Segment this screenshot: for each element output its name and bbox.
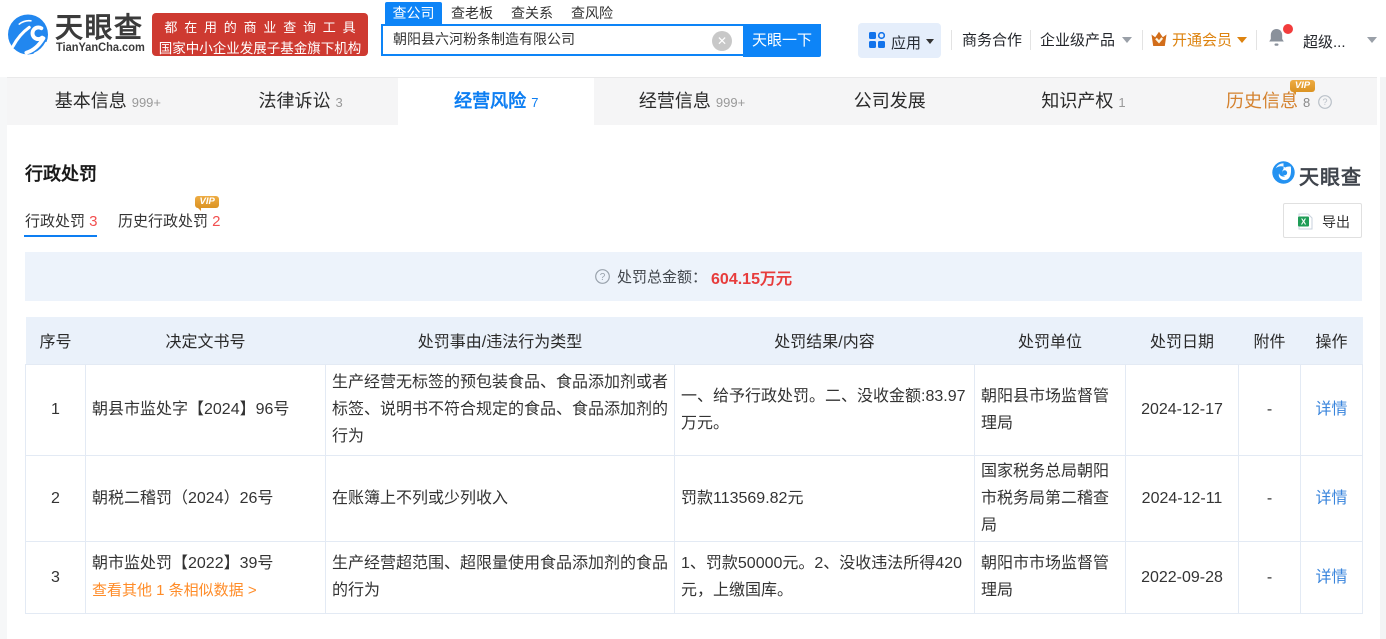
svg-text:?: ? — [1323, 97, 1328, 107]
svg-text:X: X — [1301, 218, 1307, 227]
svg-text:?: ? — [600, 272, 606, 283]
